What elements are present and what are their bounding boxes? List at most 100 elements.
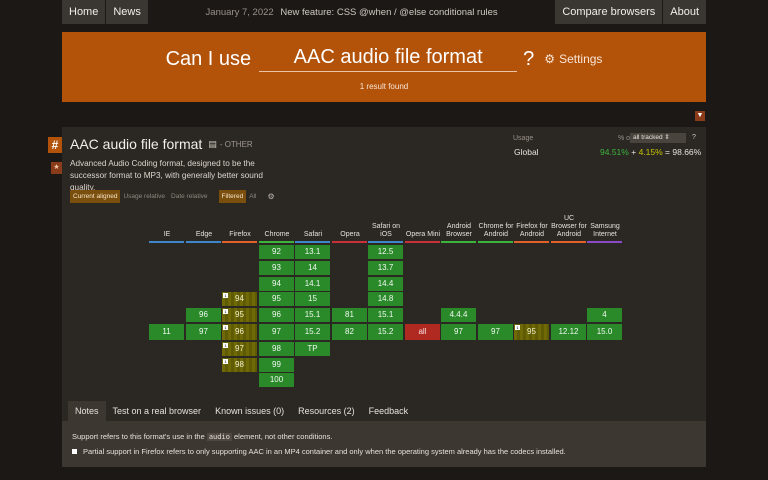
support-cell[interactable]: 15.1: [295, 308, 330, 322]
support-cell[interactable]: 96: [186, 308, 221, 322]
support-cell[interactable]: 94: [259, 277, 294, 291]
support-cell[interactable]: 95 1: [222, 308, 257, 322]
version-label: 15.1: [304, 310, 321, 319]
tab-feedback[interactable]: Feedback: [362, 401, 416, 421]
browser-name-safari: Safari: [303, 231, 323, 238]
support-cell[interactable]: 94 1: [222, 292, 257, 306]
browser-underline: [332, 241, 367, 243]
current-aligned-toggle[interactable]: Current aligned: [70, 190, 121, 203]
support-cell[interactable]: 15.1: [368, 308, 403, 322]
support-cell[interactable]: 99: [259, 358, 294, 372]
filter-icon[interactable]: ▼: [695, 111, 705, 121]
settings-label: Settings: [559, 52, 603, 66]
browser-name-ie: IE: [163, 231, 171, 238]
support-cell[interactable]: 92: [259, 245, 294, 259]
browser-name-edge: Edge: [195, 231, 213, 238]
support-cell[interactable]: 14.4: [368, 277, 403, 291]
support-cell[interactable]: 13.1: [295, 245, 330, 259]
version-label: 99: [272, 360, 281, 369]
support-cell[interactable]: 4: [587, 308, 622, 322]
note-marker: 1: [223, 293, 228, 298]
version-label: 96: [235, 327, 244, 336]
tab-resources[interactable]: Resources (2): [291, 401, 362, 421]
support-cell[interactable]: 12.5: [368, 245, 403, 259]
support-cell[interactable]: 15.2: [368, 324, 403, 340]
search-prefix: Can I use: [165, 47, 252, 70]
support-cell[interactable]: 97: [259, 324, 294, 340]
about-link[interactable]: About: [663, 0, 706, 24]
info-tabs: Notes Test on a real browser Known issue…: [62, 401, 706, 421]
all-toggle[interactable]: All: [246, 190, 259, 203]
audio-code: audio: [206, 433, 232, 441]
news-text[interactable]: New feature: CSS @when / @else condition…: [280, 7, 497, 18]
tracked-select[interactable]: all tracked ⇕: [630, 133, 686, 143]
support-cell[interactable]: 13.7: [368, 261, 403, 275]
support-cell[interactable]: 81: [332, 308, 367, 322]
support-cell[interactable]: 82: [332, 324, 367, 340]
footnote-marker: [72, 449, 77, 454]
view-options: Current aligned Usage relative Date rela…: [70, 190, 275, 203]
search-banner: Can I use AAC audio file format ? ⚙ Sett…: [62, 32, 706, 102]
support-cell[interactable]: 97: [478, 324, 513, 340]
browser-underline: [368, 241, 403, 243]
permalink-hash-icon[interactable]: #: [48, 137, 62, 153]
filtered-toggle[interactable]: Filtered: [218, 190, 247, 203]
support-cell[interactable]: 97: [441, 324, 476, 340]
support-cell[interactable]: 14.1: [295, 277, 330, 291]
browser-name-uc-browser-for-android: UC Browser for Android: [551, 215, 587, 238]
usage-help-link[interactable]: ?: [692, 134, 696, 141]
version-label: 100: [269, 375, 284, 384]
support-cell[interactable]: 12.12: [551, 324, 586, 340]
support-cell[interactable]: 15: [295, 292, 330, 306]
usage-relative-toggle[interactable]: Usage relative: [120, 190, 168, 203]
search-input[interactable]: AAC audio file format: [259, 46, 518, 72]
support-cell[interactable]: 98 1: [222, 358, 257, 372]
tab-test-real-browser[interactable]: Test on a real browser: [106, 401, 209, 421]
support-cell[interactable]: all: [405, 324, 440, 340]
support-cell[interactable]: 14: [295, 261, 330, 275]
feature-description: Advanced Audio Coding format, designed t…: [70, 159, 263, 192]
version-label: 4: [602, 310, 607, 319]
home-link[interactable]: Home: [62, 0, 106, 24]
support-cell[interactable]: 15.2: [295, 324, 330, 340]
support-cell[interactable]: 93: [259, 261, 294, 275]
version-label: 97: [235, 344, 244, 353]
tab-notes[interactable]: Notes: [68, 401, 106, 421]
browser-name-firefox-for-android: Firefox for Android: [516, 223, 548, 238]
settings-button[interactable]: ⚙ Settings: [544, 52, 602, 66]
support-cell[interactable]: 15.0: [587, 324, 622, 340]
global-usage: 94.51% + 4.15% = 98.66%: [600, 147, 701, 157]
compare-browsers-link[interactable]: Compare browsers: [555, 0, 663, 24]
support-cell[interactable]: 14.8: [368, 292, 403, 306]
document-icon: ▤: [208, 138, 217, 149]
news-link[interactable]: News: [106, 0, 148, 24]
support-cell[interactable]: 96: [259, 308, 294, 322]
browser-name-opera-mini: Opera Mini: [405, 231, 441, 238]
support-cell[interactable]: 95: [259, 292, 294, 306]
tab-known-issues[interactable]: Known issues (0): [208, 401, 291, 421]
support-cell[interactable]: 95 1: [514, 324, 549, 340]
gear-icon[interactable]: ⚙: [267, 192, 274, 201]
support-cell[interactable]: 11: [149, 324, 184, 340]
top-nav: Home News January 7, 2022 New feature: C…: [62, 0, 706, 24]
date-relative-toggle[interactable]: Date relative: [168, 190, 211, 203]
support-cell[interactable]: 4.4.4: [441, 308, 476, 322]
global-total: 98.66%: [672, 147, 702, 157]
browser-underline: [222, 241, 257, 243]
version-label: 14: [308, 263, 317, 272]
plus-sign: +: [631, 147, 637, 157]
browser-underline: [259, 241, 294, 243]
feature-title-text: AAC audio file format: [70, 136, 203, 152]
browser-underline: [587, 241, 622, 243]
support-cell[interactable]: 96 1: [222, 324, 257, 340]
support-cell[interactable]: TP: [295, 342, 330, 356]
version-label: 97: [491, 327, 500, 336]
star-icon[interactable]: ★: [51, 162, 62, 174]
news-headline[interactable]: January 7, 2022 New feature: CSS @when /…: [148, 7, 555, 18]
support-cell[interactable]: 97: [186, 324, 221, 340]
browser-name-android-browser: Android Browser: [446, 223, 472, 238]
support-cell[interactable]: 98: [259, 342, 294, 356]
support-cell[interactable]: 100: [259, 373, 294, 387]
version-label: 95: [235, 310, 244, 319]
support-cell[interactable]: 97 1: [222, 342, 257, 356]
